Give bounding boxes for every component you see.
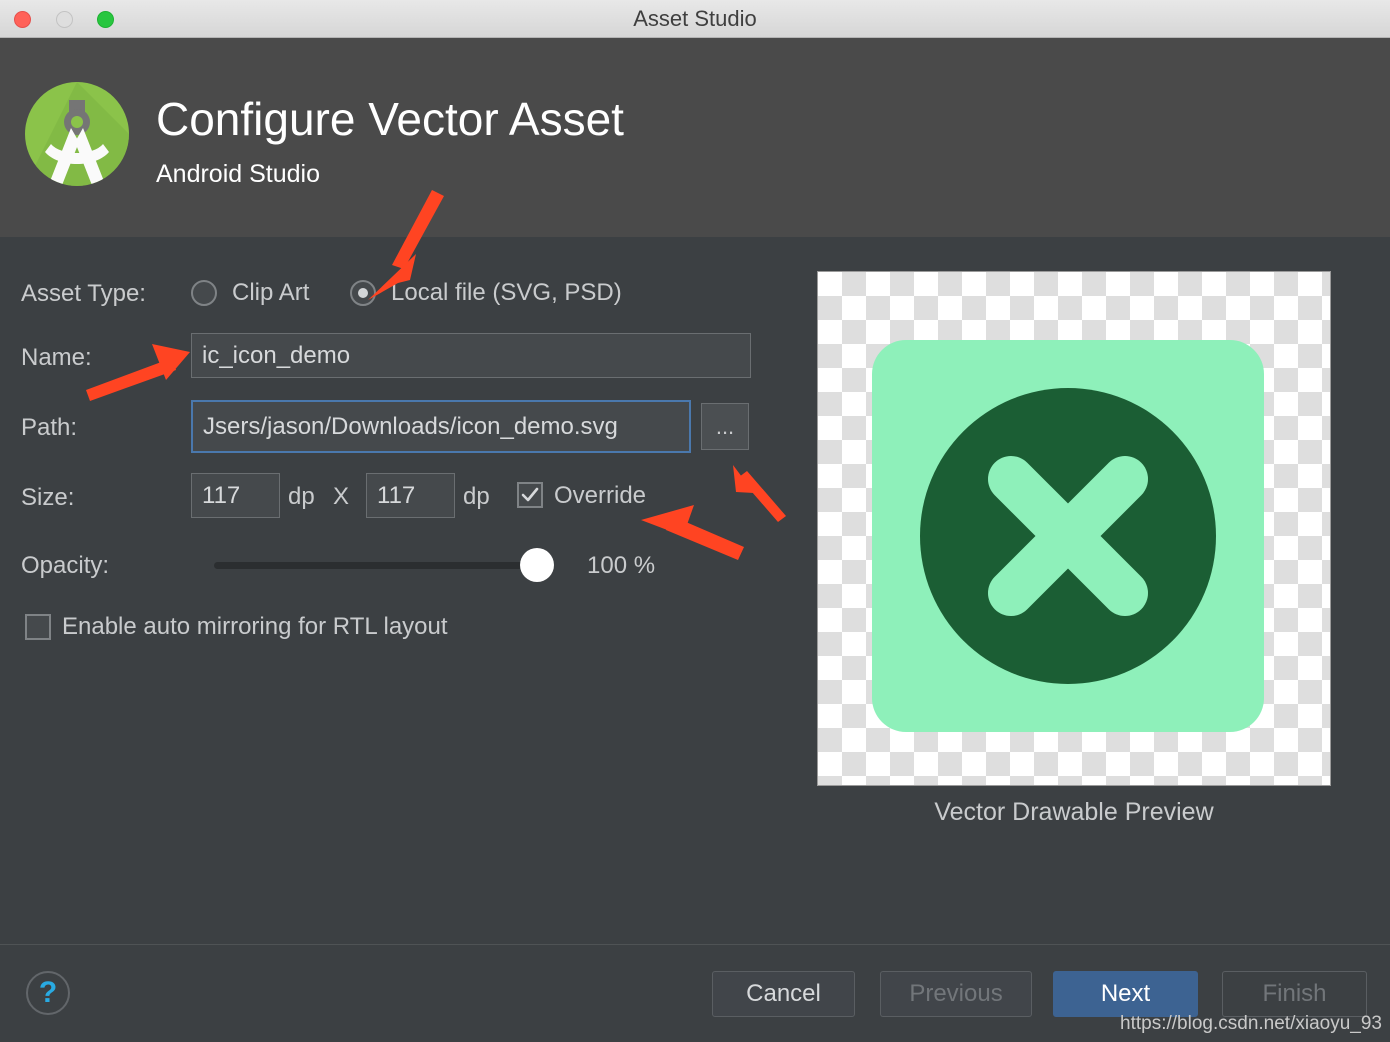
opacity-label: Opacity:: [21, 552, 109, 580]
green-circle-x-icon: [872, 340, 1264, 732]
size-separator: X: [333, 483, 349, 511]
radio-local-file-label: Local file (SVG, PSD): [391, 279, 622, 307]
page-title: Configure Vector Asset: [156, 92, 624, 146]
window-title: Asset Studio: [0, 0, 1390, 38]
radio-clip-art[interactable]: [191, 280, 217, 306]
opacity-slider-thumb[interactable]: [520, 548, 554, 582]
android-studio-logo-icon: [21, 72, 133, 202]
radio-clip-art-label: Clip Art: [232, 279, 309, 307]
question-mark-icon: ?: [39, 978, 57, 1008]
path-label: Path:: [21, 414, 77, 442]
help-button[interactable]: ?: [26, 971, 70, 1015]
name-label: Name:: [21, 344, 92, 372]
finish-button[interactable]: Finish: [1222, 971, 1367, 1017]
browse-path-button[interactable]: ...: [701, 403, 749, 450]
preview-caption: Vector Drawable Preview: [817, 798, 1331, 827]
watermark-text: https://blog.csdn.net/xiaoyu_93: [1120, 1013, 1382, 1035]
override-label: Override: [554, 482, 646, 510]
rtl-mirroring-checkbox[interactable]: [25, 614, 51, 640]
size-width-unit: dp: [288, 483, 315, 511]
page-subtitle: Android Studio: [156, 160, 320, 189]
size-width-input[interactable]: 117: [191, 473, 280, 518]
next-button[interactable]: Next: [1053, 971, 1198, 1017]
rtl-mirroring-label: Enable auto mirroring for RTL layout: [62, 613, 448, 641]
opacity-slider-track[interactable]: [214, 562, 554, 569]
dialog-header: Configure Vector Asset Android Studio: [0, 38, 1390, 237]
size-height-unit: dp: [463, 483, 490, 511]
previous-button[interactable]: Previous: [880, 971, 1032, 1017]
asset-type-label: Asset Type:: [21, 280, 146, 308]
size-label: Size:: [21, 484, 74, 512]
name-input[interactable]: ic_icon_demo: [191, 333, 751, 378]
window-titlebar: Asset Studio: [0, 0, 1390, 38]
override-checkbox[interactable]: [517, 482, 543, 508]
radio-local-file[interactable]: [350, 280, 376, 306]
asset-studio-window: Asset Studio: [0, 0, 1390, 1042]
cancel-button[interactable]: Cancel: [712, 971, 855, 1017]
size-height-input[interactable]: 117: [366, 473, 455, 518]
opacity-value: 100 %: [587, 552, 655, 580]
path-input[interactable]: Jsers/jason/Downloads/icon_demo.svg: [191, 400, 691, 453]
